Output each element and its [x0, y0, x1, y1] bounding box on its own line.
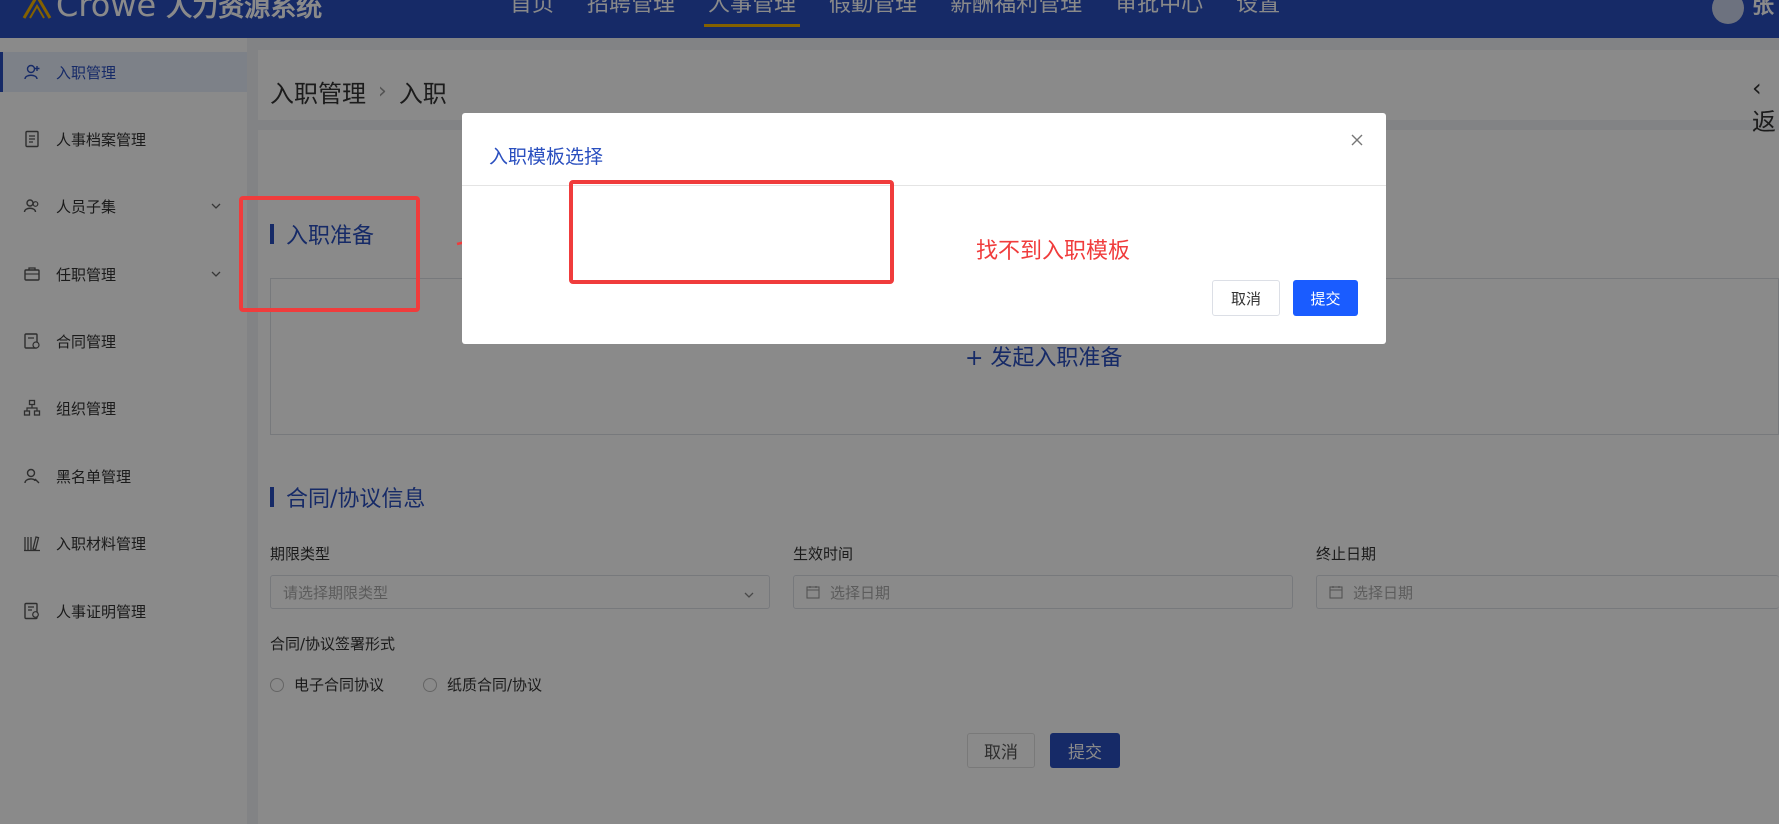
close-icon[interactable] [1348, 131, 1366, 149]
dialog-cancel-button[interactable]: 取消 [1212, 280, 1280, 316]
annotation-note: 找不到入职模板 [976, 239, 1131, 264]
dialog-submit-button[interactable]: 提交 [1293, 280, 1358, 316]
annotation-box-section [239, 196, 420, 312]
annotation-box-empty-area [569, 180, 894, 284]
dialog-title: 入职模板选择 [489, 146, 604, 168]
